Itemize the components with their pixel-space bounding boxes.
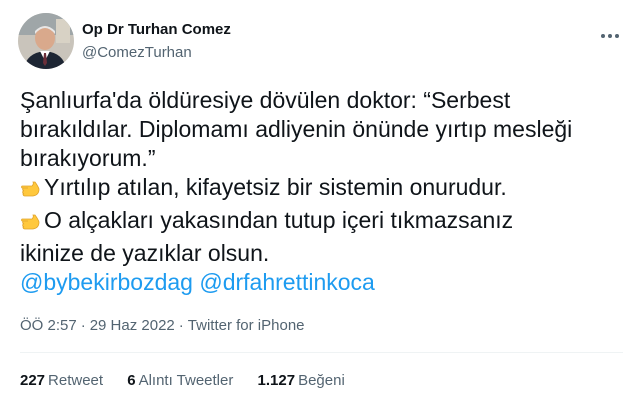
- tweet-header: Op Dr Turhan Comez @ComezTurhan: [18, 12, 628, 72]
- retweets-count: 227: [20, 372, 46, 389]
- avatar[interactable]: [18, 13, 74, 69]
- quotes-count: 6: [127, 372, 136, 389]
- author-handle[interactable]: @ComezTurhan: [82, 44, 231, 62]
- author-names: Op Dr Turhan Comez @ComezTurhan: [82, 21, 231, 62]
- tweet-line: bırakıldılar. Diplomamı adliyenin önünde…: [20, 116, 573, 142]
- divider: [20, 352, 623, 353]
- tweet-line: Yırtılıp atılan, kifayetsiz bir sistemin…: [44, 174, 507, 200]
- backhand-index-pointing-right-icon: [20, 210, 42, 239]
- tweet-date[interactable]: 29 Haz 2022: [90, 317, 175, 334]
- meta-separator: ·: [80, 317, 86, 334]
- retweets-label: Retweet: [48, 372, 104, 389]
- tweet-line: ikinize de yazıklar olsun.: [20, 240, 270, 266]
- backhand-index-pointing-right-icon: [20, 177, 42, 206]
- author-display-name[interactable]: Op Dr Turhan Comez: [82, 21, 231, 39]
- mentions-line: @bybekirbozdag @drfahrettinkoca: [20, 268, 620, 297]
- tweet-line: Şanlıurfa'da öldüresiye dövülen doktor: …: [20, 87, 511, 113]
- quote-tweets-stat[interactable]: 6 Alıntı Tweetler: [127, 372, 233, 389]
- retweets-stat[interactable]: 227 Retweet: [20, 372, 103, 389]
- tweet-line-pointing: O alçakları yakasından tutup içeri tıkma…: [20, 206, 620, 239]
- tweet-source[interactable]: Twitter for iPhone: [188, 317, 305, 334]
- more-horizontal-icon: [601, 34, 619, 38]
- mention-link[interactable]: @bybekirbozdag: [20, 269, 193, 295]
- likes-count: 1.127: [257, 372, 296, 389]
- likes-label: Beğeni: [298, 372, 345, 389]
- tweet-time[interactable]: ÖÖ 2:57: [20, 317, 77, 334]
- quotes-label: Alıntı Tweetler: [138, 372, 234, 389]
- tweet-card: Op Dr Turhan Comez @ComezTurhan Şanlıurf…: [0, 0, 641, 403]
- profile-photo-icon: [18, 13, 74, 69]
- tweet-line: bırakıyorum.”: [20, 145, 156, 171]
- likes-stat[interactable]: 1.127 Beğeni: [258, 372, 345, 389]
- tweet-line: O alçakları yakasından tutup içeri tıkma…: [44, 207, 514, 233]
- tweet-text: Şanlıurfa'da öldüresiye dövülen doktor: …: [20, 86, 620, 297]
- mention-link[interactable]: @drfahrettinkoca: [199, 269, 375, 295]
- tweet-stats: 227 Retweet 6 Alıntı Tweetler 1.127 Beğeni: [20, 372, 365, 389]
- tweet-meta: ÖÖ 2:57 · 29 Haz 2022 · Twitter for iPhone: [20, 317, 305, 334]
- meta-separator: ·: [178, 317, 184, 334]
- more-options-button[interactable]: [598, 24, 622, 48]
- tweet-line-pointing: Yırtılıp atılan, kifayetsiz bir sistemin…: [20, 173, 620, 206]
